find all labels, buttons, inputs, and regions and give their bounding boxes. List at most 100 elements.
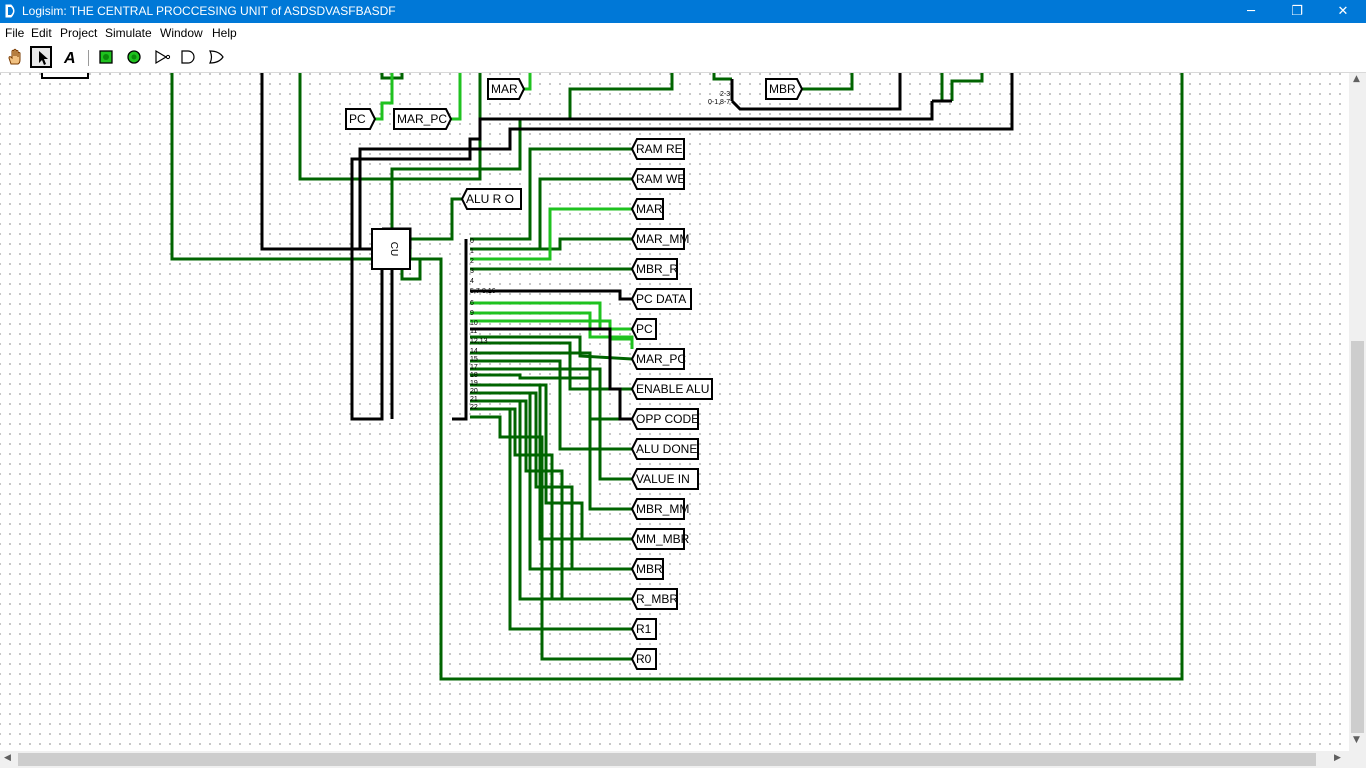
or-gate-icon[interactable] [205, 46, 227, 68]
text-tool-icon[interactable]: A [58, 46, 80, 68]
output-tunnel[interactable]: ENABLE ALU [630, 378, 713, 400]
hand-poke-icon[interactable] [4, 46, 26, 68]
output-tunnel[interactable]: MBR_R [630, 258, 678, 280]
output-tunnel-label: ENABLE ALU [636, 382, 709, 396]
toolbar-separator [88, 50, 89, 66]
circuit-canvas[interactable]: CU 0 1 2 3 4 5,7-8,16 6 9 10 11 12,13 14 15 17 18 19 20 2… [0, 73, 1349, 751]
top-tunnel[interactable]: PC [345, 108, 377, 130]
splitter-bit-label: 0 [470, 238, 474, 245]
splitter-bit-label: 14 [470, 348, 478, 355]
output-tunnel[interactable]: PC [630, 318, 657, 340]
output-tunnel[interactable]: RAM RE [630, 138, 685, 160]
splitter-bit-label: 21 [470, 396, 478, 403]
alu-tunnel[interactable]: ALU R O [460, 188, 522, 210]
circuit-diagram[interactable]: CU 012345,7-8,1669101112,131415171819202… [0, 73, 1349, 751]
output-tunnel[interactable]: ALU DONE [630, 438, 699, 460]
output-tunnel-label: MBR [636, 562, 663, 576]
splitter-bit-label: 10 [470, 320, 478, 327]
not-gate-icon[interactable] [151, 46, 173, 68]
output-tunnel-label: PC DATA [636, 292, 686, 306]
top-tunnel-label: PC [349, 112, 366, 126]
splitter-bit-label: 5,7-8,16 [470, 288, 496, 295]
toolbar: A [0, 43, 1366, 73]
output-tunnel[interactable]: PC DATA [630, 288, 692, 310]
splitter-bit-label: 6 [470, 300, 474, 307]
alu-tunnel-label: ALU R O [466, 192, 514, 206]
splitter-bit-label: 4 [470, 278, 474, 285]
splitter-bit-label: 17 [470, 364, 478, 371]
splitter-bit-label: 11 [470, 328, 477, 335]
top-tunnel-label: MAR [491, 82, 518, 96]
output-tunnel-label: MBR_MM [636, 502, 689, 516]
horizontal-scrollbar[interactable]: ◀ ▶ [0, 751, 1349, 768]
output-tunnel-label: R0 [636, 652, 652, 666]
menu-file[interactable]: File [5, 26, 24, 40]
output-tunnels: RAM RE RAM WE MAR MAR_MM MBR_R PC DATA PC MAR_P… [630, 138, 713, 670]
output-tunnel[interactable]: R0 [630, 648, 657, 670]
maximize-button[interactable]: ❐ [1274, 0, 1320, 23]
splitter-bit-label: 9 [470, 310, 474, 317]
control-unit[interactable]: CU [371, 228, 411, 270]
menu-help[interactable]: Help [212, 26, 237, 40]
top-tunnel[interactable]: MBR [765, 78, 804, 100]
output-tunnel[interactable]: MAR_MM [630, 228, 689, 250]
output-tunnel[interactable]: RAM WE [630, 168, 685, 190]
output-tunnel-label: MM_MBR [636, 532, 690, 546]
splitter-bit-label: 20 [470, 388, 478, 395]
output-tunnel-label: MAR_MM [636, 232, 689, 246]
output-tunnel-label: MAR [636, 202, 663, 216]
output-tunnel-label: ALU DONE [636, 442, 697, 456]
splitter-bit-label: 18 [470, 372, 478, 379]
alu-tunnel[interactable]: ALU R O [460, 188, 522, 210]
splitter-bit-label: 15 [470, 356, 478, 363]
menu-window[interactable]: Window [160, 26, 203, 40]
scroll-left-icon[interactable]: ◀ [4, 753, 11, 763]
menu-simulate[interactable]: Simulate [105, 26, 152, 40]
scroll-down-icon[interactable]: ▼ [1353, 735, 1360, 745]
logisim-app-icon [5, 4, 15, 18]
menu-bar: File Edit Project Simulate Window Help [0, 23, 1366, 43]
splitter-top-label: 2-3 [720, 91, 730, 98]
clipped-component[interactable] [41, 73, 89, 79]
splitter-bit-label: 3 [470, 268, 474, 275]
splitter-bit-label: 19 [470, 380, 478, 387]
title-bar: Logisim: THE CENTRAL PROCCESING UNIT of … [0, 0, 1366, 23]
output-tunnel[interactable]: MBR [630, 558, 664, 580]
output-tunnel-label: VALUE IN [636, 472, 690, 486]
input-pin-icon[interactable] [95, 46, 117, 68]
output-tunnel[interactable]: MAR_PC [630, 348, 686, 370]
horizontal-scroll-thumb[interactable] [18, 753, 1316, 766]
menu-project[interactable]: Project [60, 26, 97, 40]
vertical-scrollbar[interactable]: ▲ ▼ [1349, 73, 1366, 751]
splitter-bit-label: 2 [470, 258, 474, 265]
output-pin-icon[interactable] [123, 46, 145, 68]
and-gate-icon[interactable] [177, 46, 199, 68]
output-tunnel-label: R1 [636, 622, 652, 636]
window-title: Logisim: THE CENTRAL PROCCESING UNIT of … [22, 4, 396, 18]
minimize-button[interactable]: ─ [1228, 0, 1274, 23]
scroll-up-icon[interactable]: ▲ [1353, 74, 1360, 84]
arrow-select-icon[interactable] [30, 46, 52, 68]
control-unit-label: CU [388, 242, 399, 256]
output-tunnel[interactable]: R_MBR [630, 588, 678, 610]
output-tunnel[interactable]: VALUE IN [630, 468, 699, 490]
output-tunnel-label: RAM WE [636, 172, 685, 186]
output-tunnel-label: R_MBR [636, 592, 678, 606]
top-tunnel[interactable]: MAR [487, 78, 526, 100]
output-tunnel[interactable]: OPP CODE [630, 408, 699, 430]
splitter-bit-label: 1 [470, 248, 474, 255]
scroll-right-icon[interactable]: ▶ [1334, 753, 1341, 763]
close-button[interactable]: ✕ [1320, 0, 1366, 23]
top-tunnel[interactable]: MAR_PC [393, 108, 453, 130]
menu-edit[interactable]: Edit [31, 26, 52, 40]
scrollbar-corner [1349, 751, 1366, 768]
vertical-scroll-thumb[interactable] [1351, 341, 1364, 733]
output-tunnel[interactable]: MM_MBR [630, 528, 690, 550]
splitter-bit-label: 22 [470, 404, 478, 411]
output-tunnel-label: RAM RE [636, 142, 683, 156]
output-tunnel[interactable]: R1 [630, 618, 657, 640]
output-tunnel[interactable]: MBR_MM [630, 498, 689, 520]
output-tunnel[interactable]: MAR [630, 198, 664, 220]
svg-text:A: A [63, 50, 76, 66]
splitter-bit-label: 12,13 [470, 338, 488, 345]
